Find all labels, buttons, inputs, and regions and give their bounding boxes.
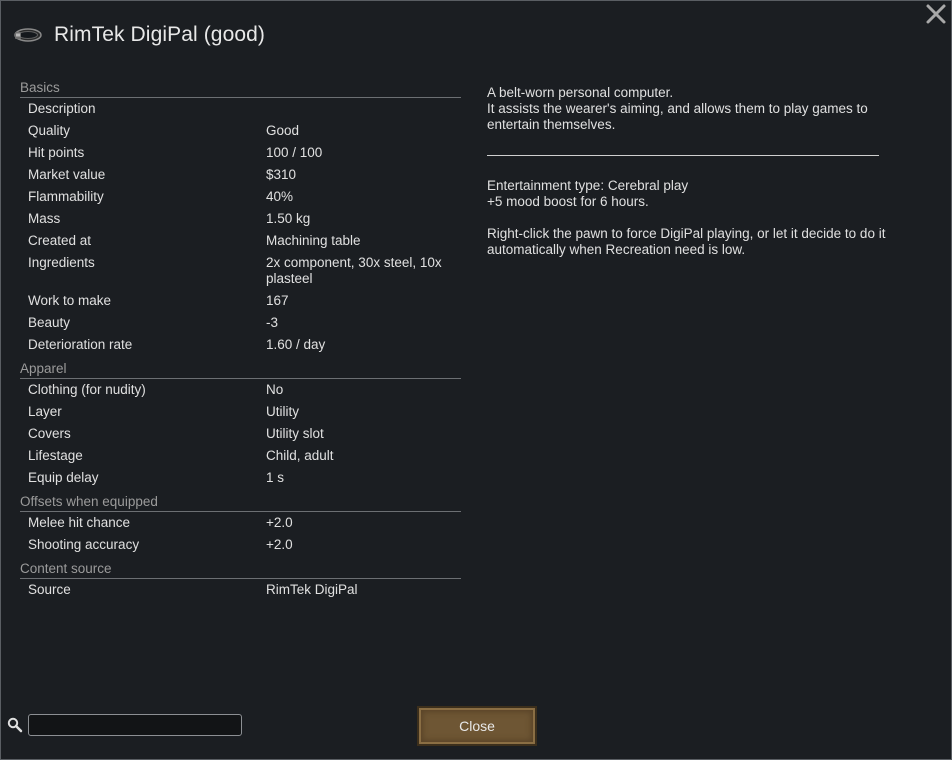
- stat-value: 167: [266, 293, 289, 308]
- stat-row[interactable]: Beauty -3: [20, 312, 461, 334]
- stat-row[interactable]: Work to make 167: [20, 290, 461, 312]
- stat-label: Shooting accuracy: [28, 537, 140, 552]
- stat-category: Offsets when equipped: [20, 492, 461, 512]
- stat-label: Equip delay: [28, 470, 99, 485]
- stat-label: Flammability: [28, 189, 104, 204]
- stat-label: Work to make: [28, 293, 112, 308]
- stat-value: 100 / 100: [266, 145, 323, 160]
- stat-value: Utility: [266, 404, 299, 419]
- stat-row[interactable]: Ingredients 2x component, 30x steel, 10x …: [20, 252, 461, 290]
- stat-row[interactable]: Equip delay 1 s: [20, 467, 461, 489]
- mood-boost: +5 mood boost for 6 hours.: [487, 194, 649, 209]
- stat-value: 1 s: [266, 470, 285, 485]
- stat-label: Ingredients: [28, 255, 95, 270]
- stat-row[interactable]: Flammability 40%: [20, 186, 461, 208]
- usage-hint: Right-click the pawn to force DigiPal pl…: [487, 226, 886, 257]
- stat-category: Apparel: [20, 359, 461, 379]
- stat-row[interactable]: Melee hit chance +2.0: [20, 512, 461, 534]
- stat-row[interactable]: Created at Machining table: [20, 230, 461, 252]
- stat-row[interactable]: Market value $310: [20, 164, 461, 186]
- stat-row[interactable]: Layer Utility: [20, 401, 461, 423]
- description-line: It assists the wearer's aiming, and allo…: [487, 101, 868, 132]
- stat-label: Covers: [28, 426, 71, 441]
- stat-value: No: [266, 382, 284, 397]
- stat-row[interactable]: Covers Utility slot: [20, 423, 461, 445]
- stat-value: Good: [266, 123, 300, 138]
- stat-row[interactable]: Mass 1.50 kg: [20, 208, 461, 230]
- stat-label: Layer: [28, 404, 62, 419]
- stat-label: Description: [28, 101, 96, 116]
- stat-row[interactable]: Deterioration rate 1.60 / day: [20, 334, 461, 356]
- stat-label: Source: [28, 582, 71, 597]
- stat-label: Quality: [28, 123, 71, 138]
- entertainment-type: Entertainment type: Cerebral play: [487, 178, 689, 193]
- stat-row[interactable]: Source RimTek DigiPal: [20, 579, 461, 601]
- stat-row[interactable]: Lifestage Child, adult: [20, 445, 461, 467]
- close-icon[interactable]: [925, 3, 947, 25]
- stat-value: Child, adult: [266, 448, 334, 463]
- search-input[interactable]: [28, 714, 242, 736]
- item-info-dialog: RimTek DigiPal (good) Basics Description Q…: [0, 0, 952, 760]
- stat-row[interactable]: Hit points 100 / 100: [20, 142, 461, 164]
- stat-label: Market value: [28, 167, 106, 182]
- stat-row[interactable]: Clothing (for nudity) No: [20, 379, 461, 401]
- stat-row[interactable]: Shooting accuracy +2.0: [20, 534, 461, 556]
- stat-label: Melee hit chance: [28, 515, 131, 530]
- search-icon: [7, 717, 23, 733]
- stat-value: $310: [266, 167, 297, 182]
- title-row: RimTek DigiPal (good): [13, 21, 265, 49]
- stat-row[interactable]: Description: [20, 98, 461, 120]
- stat-value: 2x component, 30x steel, 10x plasteel: [266, 255, 442, 286]
- description-line: A belt-worn personal computer.: [487, 85, 674, 100]
- close-button[interactable]: Close: [417, 706, 537, 746]
- stat-value: +2.0: [266, 515, 293, 530]
- stat-label: Deterioration rate: [28, 337, 133, 352]
- description-panel: A belt-worn personal computer. It assist…: [487, 85, 907, 258]
- stat-label: Created at: [28, 233, 92, 248]
- stat-category: Content source: [20, 559, 461, 579]
- stat-value: [266, 101, 461, 117]
- stat-value: RimTek DigiPal: [266, 582, 358, 597]
- stat-value: Utility slot: [266, 426, 324, 441]
- stat-label: Mass: [28, 211, 61, 226]
- stat-value: 40%: [266, 189, 294, 204]
- stat-category: Basics: [20, 78, 461, 98]
- divider: [487, 155, 879, 156]
- page-title: RimTek DigiPal (good): [54, 23, 266, 46]
- stat-value: -3: [266, 315, 279, 330]
- stat-value: +2.0: [266, 537, 293, 552]
- stat-label: Lifestage: [28, 448, 83, 463]
- stat-row[interactable]: Quality Good: [20, 120, 461, 142]
- stats-panel: Basics Description Quality Good Hit points 10…: [20, 75, 461, 601]
- stat-label: Hit points: [28, 145, 85, 160]
- stat-value: Machining table: [266, 233, 361, 248]
- stat-label: Clothing (for nudity): [28, 382, 146, 397]
- stat-value: 1.60 / day: [266, 337, 326, 352]
- belt-computer-icon: [13, 24, 43, 46]
- stat-label: Beauty: [28, 315, 71, 330]
- stat-value: 1.50 kg: [266, 211, 311, 226]
